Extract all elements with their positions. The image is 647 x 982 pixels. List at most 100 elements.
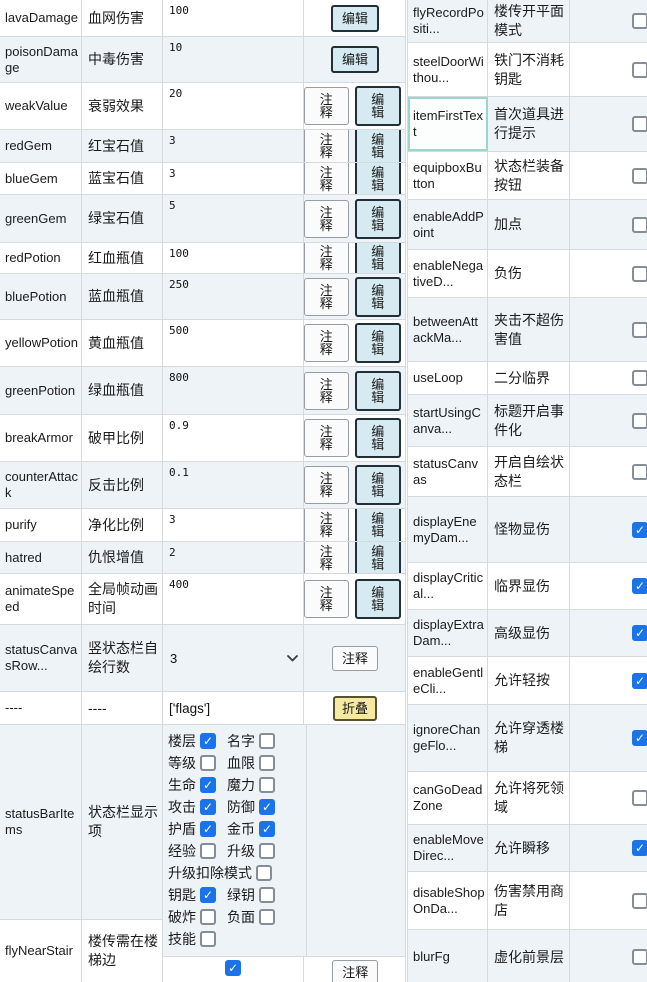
enable-flag-checkbox[interactable]: [632, 322, 647, 338]
status-bar-item: 绿钥: [227, 885, 275, 905]
enable-flag-checkbox[interactable]: [632, 62, 647, 78]
enable-flag-checkbox[interactable]: ✓: [632, 840, 647, 856]
comment-button[interactable]: 注释: [304, 509, 349, 542]
config-key: yellowPotion: [0, 320, 82, 366]
table-row: statusBarItems 状态栏显示项: [0, 725, 163, 920]
status-bar-item-checkbox[interactable]: ✓: [200, 821, 216, 837]
table-row: redGem 红宝石值 3 注释编辑: [0, 130, 405, 163]
enable-flag-checkbox[interactable]: ✓: [632, 673, 647, 689]
status-bar-item-label: 钥匙: [168, 885, 196, 905]
enable-flag-checkbox[interactable]: [632, 168, 647, 184]
enable-flag-checkbox[interactable]: [632, 217, 647, 233]
status-bar-item-checkbox[interactable]: [200, 931, 216, 947]
edit-button[interactable]: 编辑: [355, 199, 402, 239]
edit-button[interactable]: 编辑: [355, 86, 402, 126]
enable-flag-checkbox[interactable]: ✓: [632, 578, 647, 594]
comment-button[interactable]: 注释: [304, 419, 349, 457]
config-key: statusCanvasRow...: [0, 625, 82, 691]
fold-button[interactable]: 折叠: [333, 696, 377, 721]
game-config-panel: lavaDamage 血网伤害 100 编辑 poisonDamage 中毒伤害…: [0, 0, 647, 982]
enable-flag-checkbox[interactable]: ✓: [632, 522, 647, 538]
edit-button[interactable]: 编辑: [355, 579, 402, 619]
config-checkbox-cell: [570, 152, 647, 199]
config-desc: 红血瓶值: [82, 243, 163, 273]
status-bar-item-checkbox[interactable]: [259, 755, 275, 771]
comment-button[interactable]: 注释: [304, 542, 349, 574]
enable-flag-checkbox[interactable]: [632, 116, 647, 132]
config-checkbox-cell: [570, 0, 647, 42]
status-bar-item-checkbox[interactable]: ✓: [200, 777, 216, 793]
comment-button[interactable]: 注释: [304, 372, 349, 410]
comment-button[interactable]: 注释: [304, 580, 349, 618]
config-desc: 允许轻按: [488, 657, 570, 704]
enable-flag-checkbox[interactable]: [632, 413, 647, 429]
fly-near-stair-checkbox[interactable]: ✓: [225, 960, 241, 976]
status-bar-item-checkbox[interactable]: [259, 887, 275, 903]
enable-flag-checkbox[interactable]: ✓: [632, 730, 647, 746]
config-checkbox-cell: [570, 872, 647, 929]
edit-button[interactable]: 编辑: [355, 371, 402, 411]
status-bar-item-checkbox[interactable]: ✓: [259, 799, 275, 815]
enable-flag-checkbox[interactable]: [632, 464, 647, 480]
status-bar-items-block: statusBarItems 状态栏显示项 flyNearStair 楼传需在楼…: [0, 725, 405, 982]
status-bar-item-checkbox[interactable]: [200, 755, 216, 771]
status-bar-item-checkbox[interactable]: [259, 909, 275, 925]
config-checkbox-cell: [570, 930, 647, 982]
row-actions: 注释编辑: [304, 415, 405, 461]
row-count-select[interactable]: 3: [169, 649, 301, 668]
edit-button[interactable]: 编辑: [355, 509, 402, 542]
row-actions: 注释编辑: [304, 509, 405, 541]
comment-button[interactable]: 注释: [304, 278, 349, 316]
row-actions: 编辑: [304, 37, 405, 82]
enable-flag-checkbox[interactable]: [632, 370, 647, 386]
status-bar-item-checkbox[interactable]: [259, 733, 275, 749]
status-bar-item-checkbox[interactable]: [200, 843, 216, 859]
edit-button[interactable]: 编辑: [355, 542, 402, 574]
status-bar-item-checkbox[interactable]: ✓: [200, 799, 216, 815]
edit-button[interactable]: 编辑: [355, 163, 402, 195]
config-checkbox-cell: ✓: [570, 705, 647, 771]
enable-flag-checkbox[interactable]: [632, 949, 647, 965]
config-desc: 蓝宝石值: [82, 163, 163, 194]
comment-button[interactable]: 注释: [304, 466, 349, 504]
comment-button[interactable]: 注释: [332, 646, 378, 671]
row-actions: 注释编辑: [304, 367, 405, 414]
config-desc: 衰弱效果: [82, 83, 163, 129]
comment-button[interactable]: 注释: [304, 163, 349, 195]
comment-button[interactable]: 注释: [304, 324, 349, 362]
edit-button[interactable]: 编辑: [331, 46, 379, 73]
comment-button[interactable]: 注释: [304, 243, 349, 274]
comment-button[interactable]: 注释: [332, 960, 378, 982]
status-bar-item-label: 升级扣除模式: [168, 863, 252, 883]
status-bar-item-checkbox[interactable]: [256, 865, 272, 881]
config-key: ignoreChangeFlo...: [408, 705, 488, 771]
edit-button[interactable]: 编辑: [355, 465, 402, 505]
enable-flag-checkbox[interactable]: [632, 893, 647, 909]
config-desc: 允许将死领域: [488, 772, 570, 824]
comment-button[interactable]: 注释: [304, 87, 349, 125]
edit-button[interactable]: 编辑: [331, 5, 379, 32]
config-checkbox-cell: ✓: [570, 657, 647, 704]
comment-button[interactable]: 注释: [304, 130, 349, 163]
status-bar-item-checkbox[interactable]: ✓: [259, 821, 275, 837]
status-bar-item-checkbox[interactable]: ✓: [200, 887, 216, 903]
enable-flag-checkbox[interactable]: ✓: [632, 625, 647, 641]
status-bar-item-checkbox[interactable]: [200, 909, 216, 925]
enable-flag-checkbox[interactable]: [632, 790, 647, 806]
enable-flag-checkbox[interactable]: [632, 266, 647, 282]
config-desc: 加点: [488, 200, 570, 249]
comment-button[interactable]: 注释: [304, 200, 349, 238]
enable-flag-checkbox[interactable]: [632, 13, 647, 29]
status-bar-item-checkbox[interactable]: [259, 843, 275, 859]
table-row: enableGentleCli... 允许轻按 ✓: [408, 657, 647, 705]
edit-button[interactable]: 编辑: [355, 277, 402, 317]
edit-button[interactable]: 编辑: [355, 323, 402, 363]
edit-button[interactable]: 编辑: [355, 243, 402, 274]
table-row: enableMoveDirec... 允许瞬移 ✓: [408, 825, 647, 872]
status-bar-item-checkbox[interactable]: ✓: [200, 733, 216, 749]
status-bar-item-checkbox[interactable]: [259, 777, 275, 793]
config-key: breakArmor: [0, 415, 82, 461]
config-key: enableGentleCli...: [408, 657, 488, 704]
edit-button[interactable]: 编辑: [355, 418, 402, 458]
edit-button[interactable]: 编辑: [355, 130, 402, 163]
